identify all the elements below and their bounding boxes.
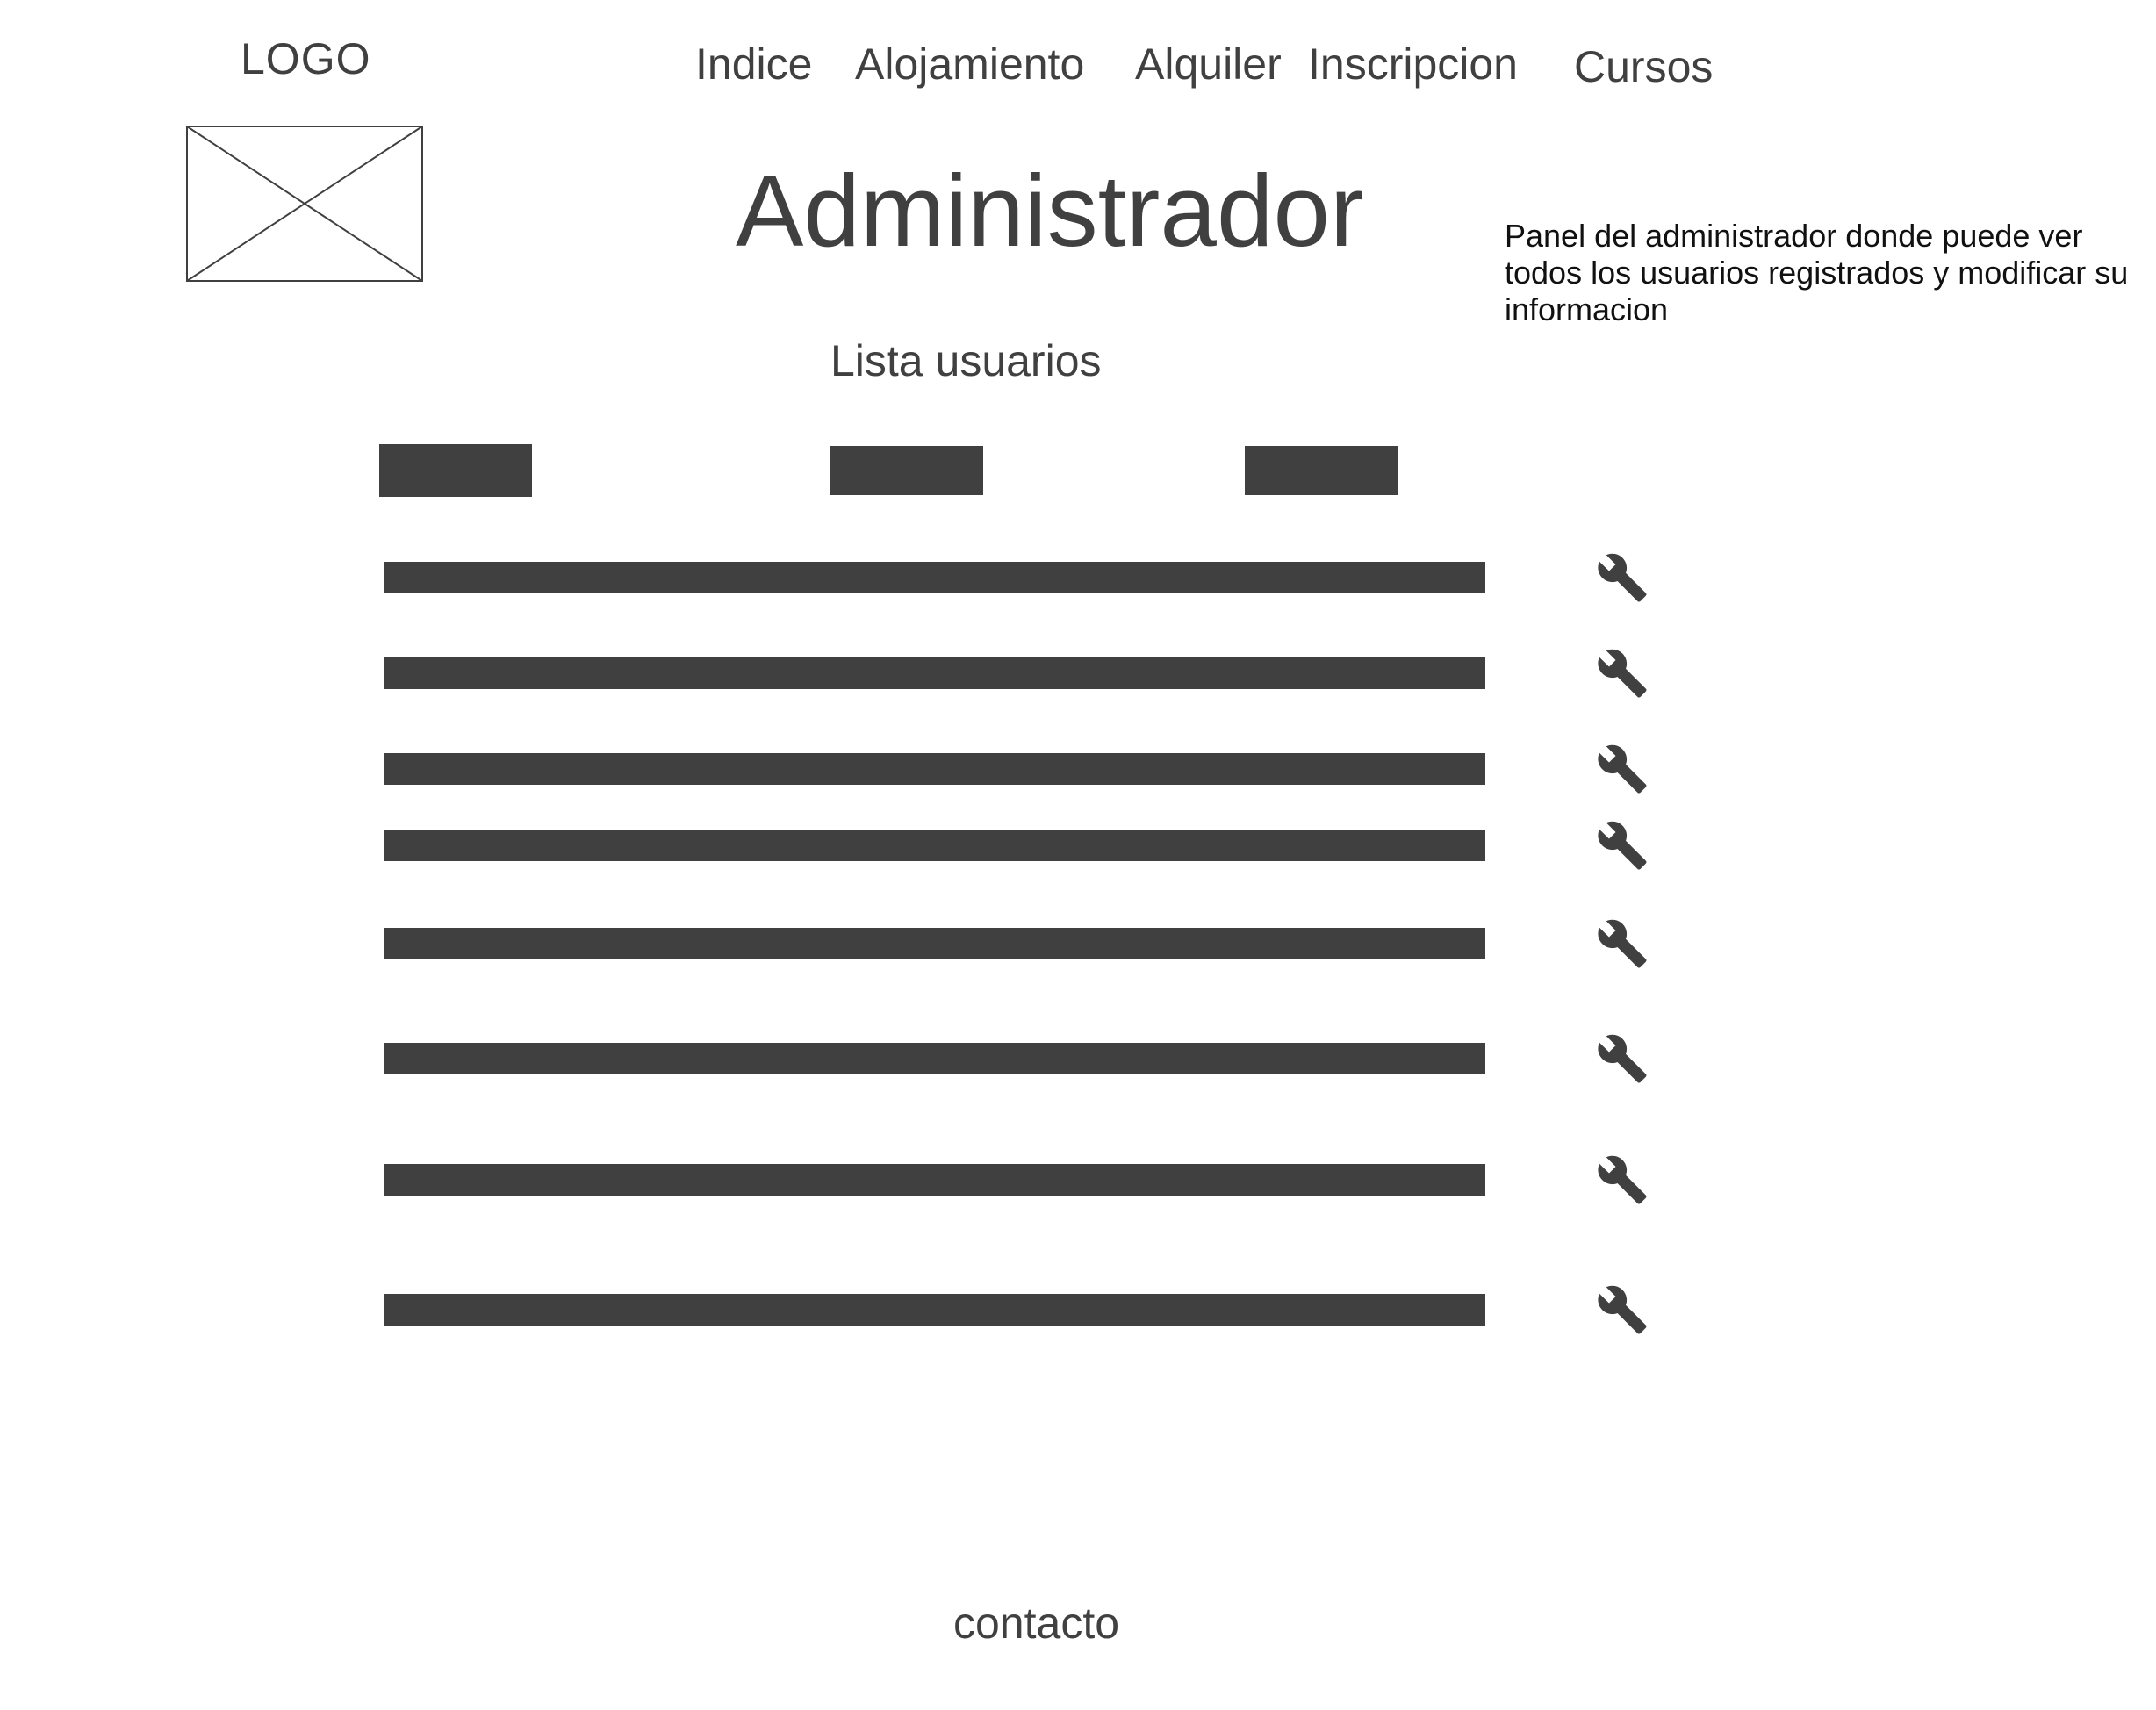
nav-link-inscripcion[interactable]: Inscripcion bbox=[1308, 42, 1518, 86]
wrench-icon[interactable] bbox=[1596, 917, 1649, 970]
user-row-placeholder bbox=[384, 830, 1485, 861]
table-header-placeholder[interactable] bbox=[1245, 446, 1398, 495]
wrench-icon[interactable] bbox=[1596, 1032, 1649, 1085]
footer-contact-link[interactable]: contacto bbox=[953, 1601, 1119, 1645]
logo-label: LOGO bbox=[241, 34, 371, 83]
nav-link-alquiler[interactable]: Alquiler bbox=[1135, 42, 1282, 86]
table-header-placeholder[interactable] bbox=[379, 444, 532, 497]
user-row-placeholder bbox=[384, 1294, 1485, 1326]
nav-link-indice[interactable]: Indice bbox=[695, 42, 812, 86]
wrench-icon[interactable] bbox=[1596, 551, 1649, 604]
wrench-icon[interactable] bbox=[1596, 819, 1649, 872]
logo-image-placeholder bbox=[186, 126, 423, 282]
wrench-icon[interactable] bbox=[1596, 1283, 1649, 1336]
section-title: Lista usuarios bbox=[830, 336, 1102, 385]
wrench-icon[interactable] bbox=[1596, 1153, 1649, 1206]
nav-link-cursos[interactable]: Cursos bbox=[1574, 45, 1713, 89]
user-row-placeholder bbox=[384, 562, 1485, 593]
page-description: Panel del administrador donde puede ver … bbox=[1505, 218, 2129, 327]
user-row-placeholder bbox=[384, 928, 1485, 959]
wrench-icon[interactable] bbox=[1596, 743, 1649, 795]
nav-link-alojamiento[interactable]: Alojamiento bbox=[855, 42, 1084, 86]
user-row-placeholder bbox=[384, 753, 1485, 785]
user-row-placeholder bbox=[384, 657, 1485, 689]
table-header-placeholder[interactable] bbox=[830, 446, 983, 495]
user-row-placeholder bbox=[384, 1043, 1485, 1074]
user-row-placeholder bbox=[384, 1164, 1485, 1196]
page-title: Administrador bbox=[736, 154, 1364, 268]
wrench-icon[interactable] bbox=[1596, 647, 1649, 700]
